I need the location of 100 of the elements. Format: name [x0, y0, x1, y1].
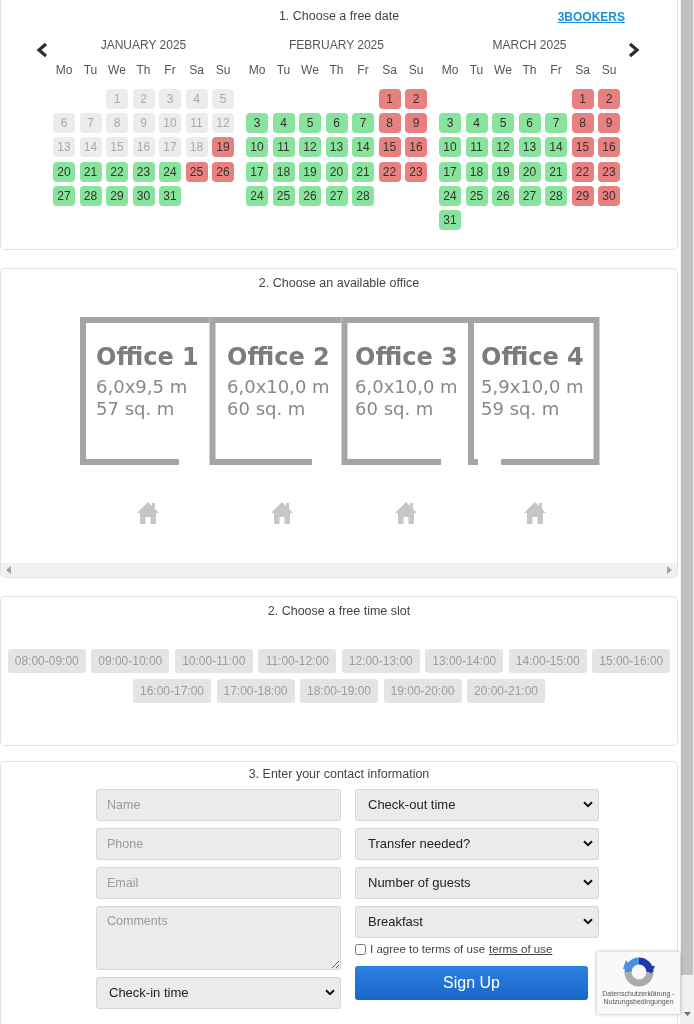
day-cell[interactable]: 31 [159, 185, 181, 206]
day-cell[interactable]: 13 [518, 137, 541, 158]
day-cell[interactable]: 28 [545, 185, 567, 206]
day-cell: 18 [185, 137, 208, 158]
caret-icon [583, 917, 593, 925]
weekday-label: Th [135, 62, 152, 78]
dropdown-select[interactable]: Transfer needed? [355, 827, 599, 860]
office-room[interactable]: Office 4 5,9x10,0 m 59 sq. m [464, 316, 602, 465]
dropdown-select[interactable]: Check-out time [355, 788, 599, 821]
day-cell[interactable]: 3 [439, 113, 461, 134]
weekday-label: We [107, 62, 127, 78]
day-cell: 22 [378, 161, 401, 182]
day-cell: 23 [598, 161, 620, 182]
day-cell[interactable]: 6 [325, 113, 348, 134]
day-cell[interactable]: 26 [492, 185, 514, 206]
day-cell[interactable]: 12 [492, 137, 514, 158]
day-cell[interactable]: 24 [439, 185, 461, 206]
terms-link[interactable]: terms of use [489, 941, 553, 959]
day-cell[interactable]: 28 [79, 185, 102, 206]
dropdown-select[interactable]: Number of guests [355, 866, 599, 899]
day-cell[interactable]: 27 [325, 185, 348, 206]
day-cell[interactable]: 5 [299, 113, 321, 134]
day-cell[interactable]: 19 [492, 161, 514, 182]
input-field[interactable]: Email [96, 866, 341, 899]
day-cell[interactable]: 10 [439, 137, 461, 158]
day-cell[interactable]: 18 [465, 161, 488, 182]
day-cell[interactable]: 7 [352, 113, 374, 134]
day-cell[interactable]: 25 [465, 185, 488, 206]
day-cell[interactable]: 21 [545, 161, 567, 182]
office-room[interactable]: Office 3 6,0x10,0 m 60 sq. m [338, 316, 471, 465]
vertical-scrollbar[interactable] [680, 0, 694, 1024]
day-cell[interactable]: 7 [545, 113, 567, 134]
weekday-label: Fr [549, 62, 563, 78]
scroll-right-arrow-icon[interactable] [667, 565, 672, 574]
day-cell[interactable]: 30 [132, 185, 155, 206]
brand-link[interactable]: 3BOOKERS [557, 8, 625, 26]
day-cell[interactable]: 20 [518, 161, 541, 182]
day-cell[interactable]: 21 [352, 161, 374, 182]
day-cell: 22 [571, 161, 594, 182]
day-cell[interactable]: 11 [465, 137, 488, 158]
chevron-left-icon[interactable] [35, 42, 49, 58]
day-cell[interactable]: 14 [352, 137, 374, 158]
day-cell[interactable]: 6 [518, 113, 541, 134]
day-cell[interactable]: 25 [272, 185, 295, 206]
scroll-left-arrow-icon[interactable] [6, 565, 11, 574]
dropdown-select[interactable]: Breakfast [355, 905, 599, 938]
day-cell[interactable]: 13 [325, 137, 348, 158]
agree-checkbox[interactable] [355, 944, 366, 956]
office-area: 60 sq. m [354, 397, 433, 419]
office-name: Office 3 [354, 342, 458, 371]
weekday-label: Mo [440, 62, 460, 78]
home-icon[interactable] [523, 501, 546, 524]
chevron-right-icon[interactable] [627, 42, 641, 58]
office-room[interactable]: Office 1 6,0x9,5 m 57 sq. m [76, 316, 212, 465]
day-cell[interactable]: 5 [492, 113, 514, 134]
day-cell: 1 [378, 89, 401, 109]
day-cell[interactable]: 24 [246, 185, 268, 206]
day-cell[interactable]: 3 [246, 113, 268, 134]
textarea-field[interactable]: Comments [96, 905, 341, 970]
day-cell: 13 [53, 137, 75, 158]
scrollbar-thumb[interactable] [681, 0, 693, 975]
day-cell[interactable]: 26 [299, 185, 321, 206]
home-icon[interactable] [394, 501, 417, 524]
section-title: 1. Choose a free date [278, 7, 400, 25]
day-cell[interactable]: 11 [272, 137, 295, 158]
day-cell[interactable]: 12 [299, 137, 321, 158]
day-cell[interactable]: 17 [246, 161, 268, 182]
office-area: 60 sq. m [226, 397, 305, 419]
day-cell[interactable]: 18 [272, 161, 295, 182]
day-cell[interactable]: 22 [106, 161, 128, 182]
day-cell: 8 [106, 113, 128, 134]
day-cell[interactable]: 21 [79, 161, 102, 182]
day-cell[interactable]: 4 [465, 113, 488, 134]
sign-up-button[interactable]: Sign Up [355, 965, 588, 1000]
day-cell[interactable]: 19 [299, 161, 321, 182]
day-cell: 11 [185, 113, 208, 134]
day-cell[interactable]: 17 [439, 161, 461, 182]
input-field[interactable]: Name [96, 788, 341, 821]
day-cell[interactable]: 27 [518, 185, 541, 206]
horizontal-scrollbar[interactable] [1, 562, 677, 577]
day-cell[interactable]: 29 [106, 185, 128, 206]
day-cell[interactable]: 24 [159, 161, 181, 182]
day-cell: 16 [405, 137, 427, 158]
dropdown-select[interactable]: Check-in time [96, 976, 341, 1009]
day-cell[interactable]: 20 [53, 161, 75, 182]
office-dimensions: 5,9x10,0 m [480, 375, 584, 397]
day-cell[interactable]: 4 [272, 113, 295, 134]
day-cell[interactable]: 14 [545, 137, 567, 158]
home-icon[interactable] [270, 501, 293, 524]
office-room[interactable]: Office 2 6,0x10,0 m 60 sq. m [206, 316, 344, 465]
day-cell[interactable]: 31 [439, 209, 461, 230]
day-cell[interactable]: 28 [352, 185, 374, 206]
day-cell[interactable]: 20 [325, 161, 348, 182]
input-field[interactable]: Phone [96, 827, 341, 860]
home-icon[interactable] [136, 501, 159, 524]
day-cell[interactable]: 23 [132, 161, 155, 182]
day-cell: 16 [598, 137, 620, 158]
day-cell[interactable]: 27 [53, 185, 75, 206]
day-cell[interactable]: 10 [246, 137, 268, 158]
scroll-down-arrow-icon[interactable] [683, 1012, 691, 1016]
